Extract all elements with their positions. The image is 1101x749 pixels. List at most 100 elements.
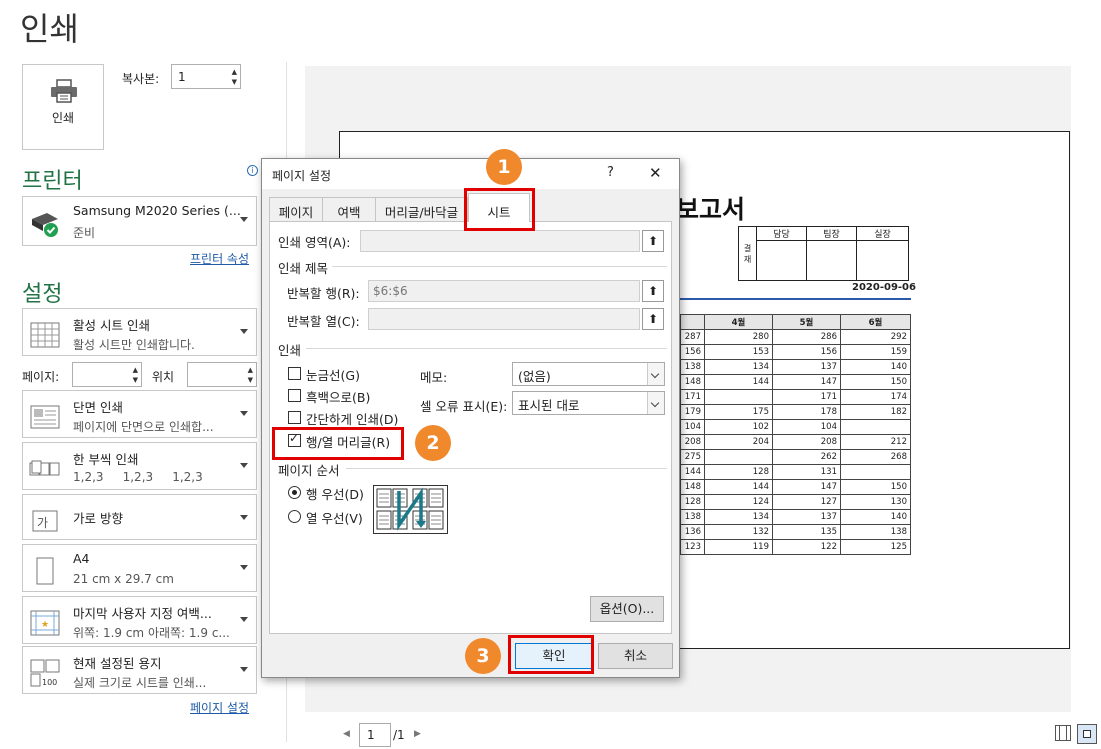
pages-label: 페이지: bbox=[22, 370, 60, 384]
page-order-label: 페이지 순서 bbox=[278, 463, 340, 478]
option-label: 활성 시트 인쇄 bbox=[73, 318, 150, 333]
cols-repeat-input[interactable] bbox=[368, 308, 640, 330]
rows-repeat-label: 반복할 행(R): bbox=[287, 286, 360, 301]
copies-value: 1 bbox=[178, 70, 186, 84]
pages-from-input[interactable]: ▲ ▼ bbox=[72, 362, 142, 387]
chevron-down-icon bbox=[240, 411, 248, 416]
table-row: 128 124 127 130 bbox=[680, 494, 911, 510]
tab-page[interactable]: 페이지 bbox=[269, 197, 323, 221]
paper-size-select[interactable]: A4 21 cm x 29.7 cm bbox=[22, 544, 257, 592]
next-page-icon[interactable]: ▶ bbox=[414, 729, 421, 739]
page-number-input[interactable]: 1 bbox=[359, 723, 391, 747]
table-cell: 137 bbox=[772, 359, 841, 375]
title-rule bbox=[676, 298, 911, 300]
gridlines-checkbox[interactable] bbox=[288, 367, 301, 380]
orientation-select[interactable]: 가 가로 방향 bbox=[22, 494, 257, 540]
table-cell: 268 bbox=[840, 449, 911, 465]
dialog-titlebar: 페이지 설정 ? ✕ bbox=[262, 159, 679, 189]
zoom-to-page-icon[interactable] bbox=[1077, 724, 1097, 744]
close-icon[interactable]: ✕ bbox=[649, 164, 662, 182]
table-cell: 147 bbox=[772, 479, 841, 495]
copies-stepper[interactable]: 1 ▲ ▼ bbox=[171, 64, 241, 89]
print-what-select[interactable]: 활성 시트 인쇄 활성 시트만 인쇄합니다. bbox=[22, 308, 257, 356]
approval-col: 팀장 bbox=[806, 226, 857, 241]
group-divider bbox=[332, 266, 667, 267]
approval-col: 실장 bbox=[856, 226, 909, 241]
table-cell: 212 bbox=[840, 434, 911, 450]
table-cell: 132 bbox=[704, 524, 773, 540]
margins-select[interactable]: ★ 마지막 사용자 지정 여백... 위쪽: 1.9 cm 아래쪽: 1.9 c… bbox=[22, 596, 257, 644]
table-cell: 275 bbox=[680, 449, 705, 465]
printer-select[interactable]: Samsung M2020 Series (... 준비 bbox=[22, 196, 257, 246]
table-cell: 280 bbox=[704, 329, 773, 345]
cols-repeat-label: 반복할 열(C): bbox=[287, 314, 360, 329]
table-cell: 204 bbox=[704, 434, 773, 450]
chevron-down-icon bbox=[647, 392, 664, 414]
printer-properties-link[interactable]: 프린터 속성 bbox=[190, 250, 249, 267]
table-cell: 128 bbox=[704, 464, 773, 480]
option-sublabel: 위쪽: 1.9 cm 아래쪽: 1.9 c... bbox=[73, 626, 230, 640]
table-cell: 134 bbox=[704, 359, 773, 375]
show-margins-icon[interactable] bbox=[1055, 725, 1071, 741]
collapse-dialog-icon[interactable]: ⬆ bbox=[642, 230, 664, 252]
chevron-down-icon bbox=[240, 667, 248, 672]
table-cell: 147 bbox=[772, 374, 841, 390]
prev-page-icon[interactable]: ◀ bbox=[343, 729, 350, 739]
collate-select[interactable]: 한 부씩 인쇄 1,2,3 1,2,3 1,2,3 bbox=[22, 442, 257, 490]
stepper-up-icon[interactable]: ▲ bbox=[248, 366, 253, 374]
collapse-dialog-icon[interactable]: ⬆ bbox=[642, 308, 664, 330]
option-sublabel: 실제 크기로 시트를 인쇄... bbox=[73, 676, 207, 690]
scaling-select[interactable]: 100 현재 설정된 용지 실제 크기로 시트를 인쇄... bbox=[22, 646, 257, 694]
draft-checkbox[interactable] bbox=[288, 411, 301, 424]
cancel-button[interactable]: 취소 bbox=[598, 643, 673, 669]
table-row: 123 119 122 125 bbox=[680, 539, 911, 555]
table-cell: 171 bbox=[680, 389, 705, 405]
table-cell: 208 bbox=[680, 434, 705, 450]
svg-text:100: 100 bbox=[42, 678, 57, 687]
table-row: 138 134 137 140 bbox=[680, 359, 911, 375]
option-label: 현재 설정된 용지 bbox=[73, 656, 162, 671]
pages-to-input[interactable]: ▲ ▼ bbox=[187, 362, 257, 387]
copies-label: 복사본: bbox=[122, 72, 160, 86]
table-cell: 179 bbox=[680, 404, 705, 420]
stepper-up-icon[interactable]: ▲ bbox=[232, 68, 237, 76]
rows-repeat-input[interactable]: $6:$6 bbox=[368, 280, 640, 302]
sides-select[interactable]: 단면 인쇄 페이지에 단면으로 인쇄합... bbox=[22, 390, 257, 438]
headings-highlight bbox=[272, 427, 404, 460]
page-setup-link[interactable]: 페이지 설정 bbox=[190, 699, 249, 716]
comments-select[interactable]: (없음) bbox=[512, 362, 665, 386]
landscape-icon: 가 bbox=[32, 510, 58, 532]
print-area-input[interactable] bbox=[360, 230, 640, 252]
table-cell: 144 bbox=[704, 374, 773, 390]
comments-value: (없음) bbox=[518, 369, 551, 384]
table-cell: 175 bbox=[704, 404, 773, 420]
stepper-down-icon[interactable]: ▼ bbox=[133, 376, 138, 384]
stepper-down-icon[interactable]: ▼ bbox=[232, 78, 237, 86]
help-button[interactable]: ? bbox=[607, 165, 614, 180]
tab-margins[interactable]: 여백 bbox=[322, 197, 376, 221]
print-button[interactable]: 인쇄 bbox=[22, 64, 104, 150]
approval-side: 결 재 bbox=[738, 226, 757, 281]
table-cell bbox=[840, 419, 911, 435]
table-row: 136 132 135 138 bbox=[680, 524, 911, 540]
info-icon[interactable]: i bbox=[247, 165, 258, 176]
down-then-over-radio[interactable] bbox=[288, 486, 301, 499]
options-button[interactable]: 옵션(O)... bbox=[590, 596, 664, 622]
stepper-down-icon[interactable]: ▼ bbox=[248, 376, 253, 384]
table-cell: 125 bbox=[840, 539, 911, 555]
tab-sheet[interactable]: 시트 bbox=[468, 193, 530, 222]
table-cell: 137 bbox=[772, 509, 841, 525]
print-area-label: 인쇄 영역(A): bbox=[278, 235, 351, 250]
page-order-diagram-icon bbox=[373, 485, 448, 534]
table-cell: 286 bbox=[772, 329, 841, 345]
over-then-down-radio[interactable] bbox=[288, 510, 301, 523]
page-total: /1 bbox=[393, 728, 405, 742]
bw-checkbox[interactable] bbox=[288, 389, 301, 402]
report-title: 보고서 bbox=[676, 195, 746, 224]
tab-header-footer[interactable]: 머리글/바닥글 bbox=[375, 197, 468, 221]
stepper-up-icon[interactable]: ▲ bbox=[133, 366, 138, 374]
table-cell: 292 bbox=[840, 329, 911, 345]
collapse-dialog-icon[interactable]: ⬆ bbox=[642, 280, 664, 302]
bw-label: 흑백으로(B) bbox=[306, 390, 371, 405]
errors-select[interactable]: 표시된 대로 bbox=[512, 391, 665, 415]
